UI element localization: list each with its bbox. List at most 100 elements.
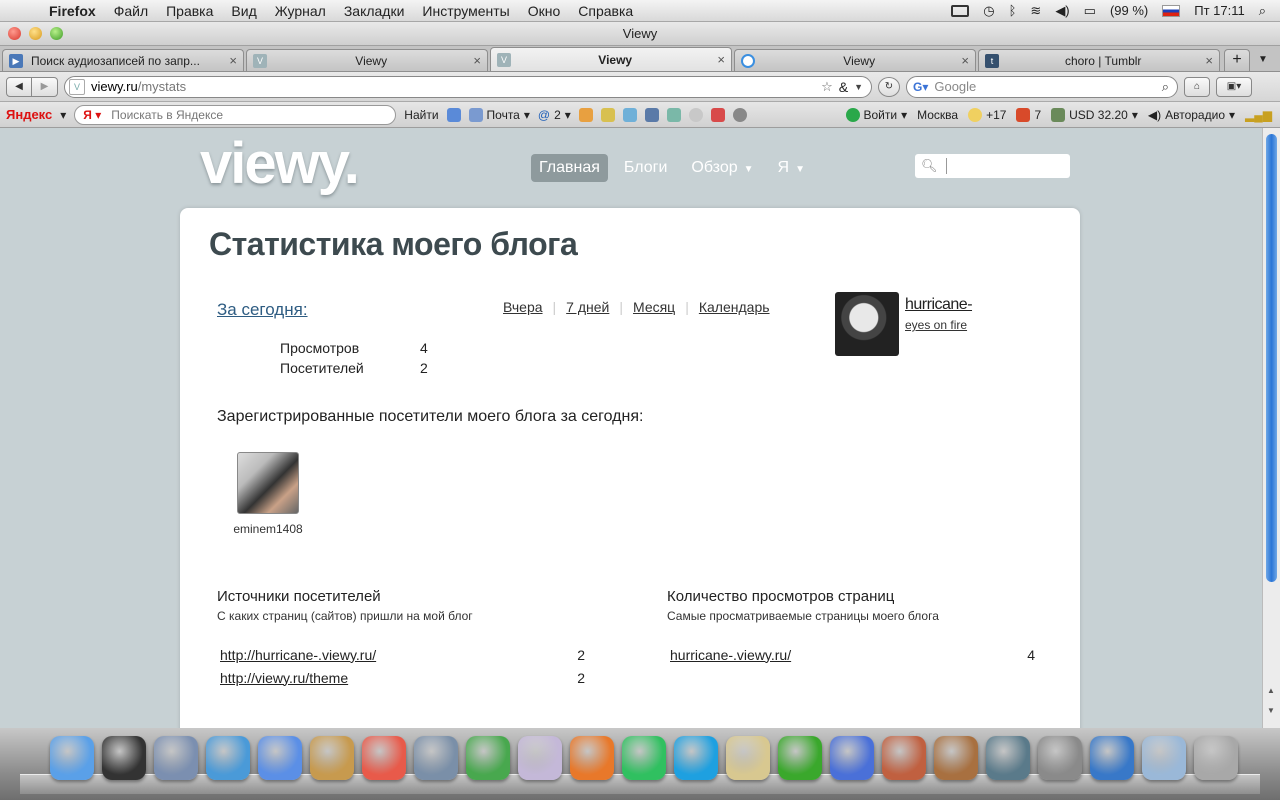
period-yesterday[interactable]: Вчера <box>503 299 543 315</box>
time-machine-icon[interactable] <box>986 736 1030 780</box>
traffic-widget[interactable]: 7 <box>1016 107 1041 122</box>
skype-icon[interactable] <box>674 736 718 780</box>
tab-viewy-loading[interactable]: Viewy × <box>734 49 976 71</box>
tab-viewy-1[interactable]: V Viewy × <box>246 49 488 71</box>
finder-icon[interactable] <box>50 736 94 780</box>
today-link[interactable]: За сегодня: <box>217 300 308 320</box>
tab-list-chevron-icon[interactable]: ▼ <box>1258 49 1268 71</box>
yandex-sort-icon[interactable] <box>666 107 681 122</box>
applications-folder-icon[interactable] <box>1142 736 1186 780</box>
menu-window[interactable]: Окно <box>519 3 570 19</box>
yandex-check-icon[interactable] <box>622 107 637 122</box>
close-tab-icon[interactable]: × <box>473 53 481 68</box>
battery-icon[interactable]: ▭ <box>1084 3 1096 19</box>
ampersand-icon[interactable]: & <box>839 79 848 95</box>
adium-icon[interactable] <box>466 736 510 780</box>
bluetooth-icon[interactable]: ᛒ <box>1009 3 1017 18</box>
close-tab-icon[interactable]: × <box>1205 53 1213 68</box>
photo-booth-icon[interactable] <box>882 736 926 780</box>
visitor-name[interactable]: eminem1408 <box>228 522 308 536</box>
period-month[interactable]: Месяц <box>633 299 675 315</box>
scrollbar-thumb[interactable] <box>1266 134 1277 582</box>
visitor-avatar[interactable] <box>237 452 299 514</box>
site-identity-icon[interactable]: V <box>69 78 85 95</box>
nav-home[interactable]: Главная <box>531 154 608 182</box>
yandex-menu-chevron-icon[interactable]: ▾ <box>60 108 66 122</box>
scroll-up-arrow-icon[interactable]: ▲ <box>1267 686 1275 695</box>
yandex-search-input[interactable]: Я ▾ Поискать в Яндексе <box>74 104 397 125</box>
tab-audio-search[interactable]: ▶ Поиск аудиозаписей по запр... × <box>2 49 244 71</box>
nav-blogs[interactable]: Блоги <box>616 154 676 182</box>
scroll-down-arrow-icon[interactable]: ▼ <box>1267 706 1275 715</box>
yandex-money-icon[interactable] <box>578 107 593 122</box>
new-tab-button[interactable]: + <box>1224 49 1250 71</box>
trash-icon[interactable] <box>1194 736 1238 780</box>
mail-bird-icon[interactable] <box>154 736 198 780</box>
extension-menu-icon[interactable]: ▣▾ <box>1216 76 1252 97</box>
quicktime-icon[interactable] <box>1090 736 1134 780</box>
profile-tagline[interactable]: eyes on fire <box>905 318 972 332</box>
battery-percent[interactable]: (99 %) <box>1110 3 1148 18</box>
yandex-find-button[interactable]: Найти <box>404 108 438 122</box>
avatar[interactable] <box>835 292 899 356</box>
yandex-mail[interactable]: Почта ▾ <box>468 107 530 122</box>
google-engine-icon[interactable]: G▾ <box>913 80 928 94</box>
menu-bookmarks[interactable]: Закладки <box>335 3 414 19</box>
history-dropdown-icon[interactable]: ▼ <box>854 82 863 92</box>
dashboard-icon[interactable] <box>102 736 146 780</box>
zoom-window-button[interactable] <box>50 27 63 40</box>
itunes-icon[interactable] <box>830 736 874 780</box>
yandex-bookmarks-star-icon[interactable] <box>600 107 615 122</box>
address-book-icon[interactable] <box>310 736 354 780</box>
reload-icon[interactable]: ↻ <box>878 76 900 97</box>
address-bar[interactable]: V viewy.ru/mystats ☆ & ▼ <box>64 75 872 98</box>
currency-widget[interactable]: USD 32.20 ▾ <box>1051 107 1138 122</box>
web-search-box[interactable]: G▾ Google ⌕ <box>906 75 1178 98</box>
period-calendar[interactable]: Календарь <box>699 299 770 315</box>
close-tab-icon[interactable]: × <box>229 53 237 68</box>
time-machine-status-icon[interactable]: ◷ <box>983 3 994 19</box>
tab-tumblr[interactable]: t choro | Tumblr × <box>978 49 1220 71</box>
yandex-logo[interactable]: Яндекс <box>6 107 52 122</box>
icq-icon[interactable] <box>778 736 822 780</box>
wifi-icon[interactable]: ≋ <box>1030 3 1041 19</box>
visitor-card[interactable]: eminem1408 <box>228 452 308 536</box>
yandex-login[interactable]: Войти ▾ <box>845 107 907 122</box>
safari-icon[interactable] <box>206 736 250 780</box>
tab-viewy-active[interactable]: V Viewy × <box>490 47 732 71</box>
spotlight-icon[interactable]: ⌕ <box>1259 3 1266 19</box>
close-tab-icon[interactable]: × <box>717 52 725 67</box>
close-tab-icon[interactable]: × <box>961 53 969 68</box>
menu-history[interactable]: Журнал <box>266 3 335 19</box>
weather-city[interactable]: Москва <box>917 108 958 122</box>
firefox-icon[interactable] <box>570 736 614 780</box>
nav-me[interactable]: Я ▼ <box>770 154 813 182</box>
home-icon[interactable]: ⌂ <box>1184 76 1210 97</box>
system-preferences-icon[interactable] <box>1038 736 1082 780</box>
nav-overview[interactable]: Обзор ▼ <box>683 154 761 182</box>
weather-widget[interactable]: +17 <box>968 107 1006 122</box>
search-icon[interactable]: ⌕ <box>1162 79 1169 95</box>
yandex-mail-count[interactable]: @ 2 ▾ <box>538 108 571 122</box>
yandex-translate-icon[interactable] <box>644 107 659 122</box>
close-window-button[interactable] <box>8 27 21 40</box>
site-search-input[interactable]: 🔍︎ <box>915 154 1070 178</box>
menu-file[interactable]: Файл <box>105 3 157 19</box>
forward-button[interactable]: ▶ <box>32 76 58 97</box>
menu-view[interactable]: Вид <box>222 3 265 19</box>
period-7-days[interactable]: 7 дней <box>566 299 609 315</box>
calendar-icon[interactable] <box>362 736 406 780</box>
source-url[interactable]: http://hurricane-.viewy.ru/ <box>217 643 550 666</box>
ichat-icon[interactable] <box>258 736 302 780</box>
menu-tools[interactable]: Инструменты <box>413 3 518 19</box>
vertical-scrollbar[interactable]: ▲ ▼ <box>1262 128 1280 728</box>
clock[interactable]: Пт 17:11 <box>1194 3 1244 18</box>
back-button[interactable]: ◀ <box>6 76 32 97</box>
profile-name[interactable]: hurricane- <box>905 296 973 314</box>
menu-edit[interactable]: Правка <box>157 3 222 19</box>
viewy-logo[interactable]: viewy. <box>200 130 360 197</box>
volume-icon[interactable]: ◀) <box>1055 3 1069 19</box>
menu-app-name[interactable]: Firefox <box>40 3 105 19</box>
russian-flag-icon[interactable] <box>1162 4 1181 17</box>
display-icon[interactable] <box>951 4 970 17</box>
